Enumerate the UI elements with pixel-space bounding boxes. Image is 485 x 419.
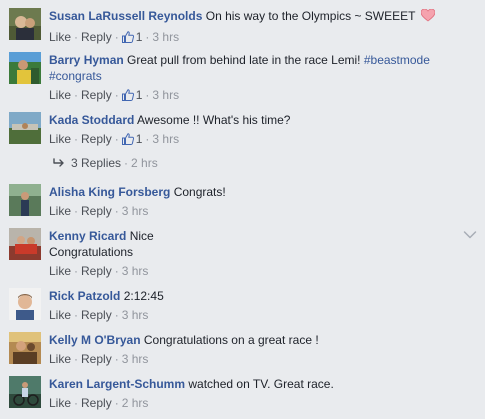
separator: · (145, 30, 150, 44)
comment-text: watched on TV. Great race. (188, 377, 334, 391)
avatar[interactable] (9, 228, 41, 260)
reply-link[interactable]: Reply (81, 204, 112, 218)
separator: · (114, 204, 119, 218)
avatar[interactable] (9, 52, 41, 84)
hashtag-link[interactable]: #congrats (49, 69, 102, 83)
separator: · (74, 264, 79, 278)
separator: · (145, 132, 150, 146)
comment-text: Great pull from behind late in the race … (127, 53, 361, 67)
comment-author[interactable]: Susan LaRussell Reynolds (49, 9, 202, 23)
separator: · (114, 132, 119, 146)
reply-link[interactable]: Reply (81, 396, 112, 410)
comment-text: On his way to the Olympics ~ SWEEET (205, 9, 416, 23)
separator: · (74, 352, 79, 366)
comment-text: 2:12:45 (123, 289, 164, 303)
comment-time[interactable]: 3 hrs (122, 352, 149, 366)
separator: · (114, 308, 119, 322)
like-link[interactable]: Like (49, 30, 71, 44)
separator: · (74, 30, 79, 44)
avatar[interactable] (9, 288, 41, 320)
comment-text: Congratulations on a great race ! (143, 333, 319, 347)
avatar[interactable] (9, 332, 41, 364)
comment-author[interactable]: Kada Stoddard (49, 113, 134, 127)
like-count[interactable]: 1 (121, 131, 142, 147)
chevron-down-icon[interactable] (463, 229, 477, 243)
separator: · (114, 352, 119, 366)
separator: · (74, 88, 79, 102)
separator: · (114, 30, 119, 44)
reply-link[interactable]: Reply (81, 30, 112, 44)
comment-author[interactable]: Barry Hyman (49, 53, 124, 67)
comment-author[interactable]: Kenny Ricard (49, 229, 126, 243)
thumbs-up-icon (121, 31, 134, 43)
replies-row[interactable]: 3 Replies · 2 hrs (53, 155, 158, 171)
comment-time[interactable]: 3 hrs (122, 204, 149, 218)
comment-time[interactable]: 3 hrs (122, 308, 149, 322)
replies-time[interactable]: 2 hrs (131, 156, 158, 170)
like-link[interactable]: Like (49, 264, 71, 278)
separator: · (74, 204, 79, 218)
avatar[interactable] (9, 376, 41, 408)
comment-text: Awesome !! What's his time? (137, 113, 291, 127)
comment-text: Nice (129, 229, 154, 243)
like-link[interactable]: Like (49, 204, 71, 218)
comment-author[interactable]: Rick Patzold (49, 289, 120, 303)
separator: · (114, 264, 119, 278)
hashtag-link[interactable]: #beastmode (364, 53, 430, 67)
reply-arrow-icon (53, 158, 64, 167)
separator: · (124, 156, 129, 170)
separator: · (145, 88, 150, 102)
comment-time[interactable]: 3 hrs (122, 264, 149, 278)
comment-author[interactable]: Karen Largent-Schumm (49, 377, 185, 391)
avatar[interactable] (9, 8, 41, 40)
separator: · (74, 396, 79, 410)
comment-author[interactable]: Kelly M O'Bryan (49, 333, 141, 347)
comment-text-line2: Congratulations (49, 245, 134, 259)
replies-link[interactable]: 3 Replies (71, 156, 121, 170)
reply-link[interactable]: Reply (81, 352, 112, 366)
avatar[interactable] (9, 112, 41, 144)
separator: · (114, 396, 119, 410)
like-link[interactable]: Like (49, 88, 71, 102)
comment-time[interactable]: 3 hrs (152, 132, 179, 146)
separator: · (114, 88, 119, 102)
like-count[interactable]: 1 (121, 29, 142, 45)
comment-time[interactable]: 3 hrs (152, 30, 179, 44)
comment-text: Congrats! (173, 185, 226, 199)
comment-time[interactable]: 2 hrs (122, 396, 149, 410)
reply-link[interactable]: Reply (81, 88, 112, 102)
like-link[interactable]: Like (49, 352, 71, 366)
separator: · (74, 132, 79, 146)
reply-link[interactable]: Reply (81, 132, 112, 146)
like-link[interactable]: Like (49, 132, 71, 146)
thumbs-up-icon (121, 133, 134, 145)
separator: · (74, 308, 79, 322)
comment-time[interactable]: 3 hrs (152, 88, 179, 102)
like-count[interactable]: 1 (121, 87, 142, 103)
like-link[interactable]: Like (49, 308, 71, 322)
reply-link[interactable]: Reply (81, 308, 112, 322)
reply-link[interactable]: Reply (81, 264, 112, 278)
like-link[interactable]: Like (49, 396, 71, 410)
avatar[interactable] (9, 184, 41, 216)
heart-icon (420, 8, 435, 26)
thumbs-up-icon (121, 89, 134, 101)
comment-author[interactable]: Alisha King Forsberg (49, 185, 170, 199)
